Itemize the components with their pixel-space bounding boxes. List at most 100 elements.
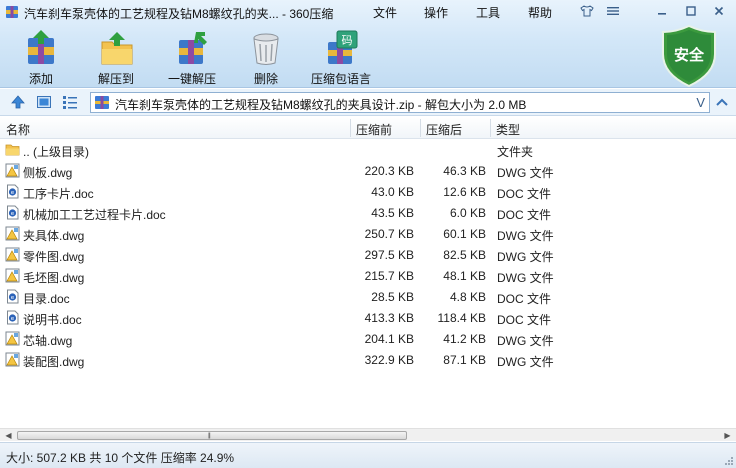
title-bar: 汽车刹车泵壳体的工艺规程及钻M8螺纹孔的夹... - 360压缩 文件 操作 工… [0, 0, 736, 24]
column-divider[interactable] [350, 119, 351, 137]
window-chrome: 汽车刹车泵壳体的工艺规程及钻M8螺纹孔的夹... - 360压缩 文件 操作 工… [0, 0, 736, 88]
file-size: 322.9 KB [364, 353, 414, 367]
folder-extract-icon [101, 32, 133, 65]
file-packed-size: 6.0 KB [449, 206, 486, 220]
file-packed-size: 46.3 KB [443, 164, 486, 178]
file-type: DWG 文件 [497, 166, 554, 180]
extract-to-label: 解压到 [97, 72, 134, 86]
table-row[interactable]: 毛坯图.dwg 215.7 KB 48.1 KB DWG 文件 [0, 265, 736, 286]
thumbnail-view-icon[interactable] [36, 94, 52, 110]
extract-to-button[interactable]: 解压到 [81, 30, 151, 86]
table-row[interactable]: e 目录.doc 28.5 KB 4.8 KB DOC 文件 [0, 286, 736, 307]
file-name: 工序卡片.doc [23, 187, 94, 201]
menu-operation[interactable]: 操作 [424, 4, 448, 21]
column-type[interactable]: 类型 [496, 121, 520, 138]
one-click-extract-icon [179, 32, 207, 64]
one-click-extract-button[interactable]: 一键解压 [157, 30, 227, 86]
table-row[interactable]: 零件图.dwg 297.5 KB 82.5 KB DWG 文件 [0, 244, 736, 265]
table-row[interactable]: 芯轴.dwg 204.1 KB 41.2 KB DWG 文件 [0, 328, 736, 349]
scrollbar-grip-icon: ||| [208, 433, 211, 439]
status-text: 大小: 507.2 KB 共 10 个文件 压缩率 24.9% [6, 451, 235, 465]
trash-icon [253, 33, 279, 65]
column-size[interactable]: 压缩前 [356, 121, 392, 138]
lang-icon-char: 码 [342, 34, 353, 47]
table-row[interactable]: .. (上级目录) 文件夹 [0, 139, 736, 160]
file-type: 文件夹 [497, 145, 534, 159]
file-name: 机械加工工艺过程卡片.doc [23, 208, 166, 222]
file-name: 夹具体.dwg [23, 229, 85, 243]
file-type: DWG 文件 [497, 334, 554, 348]
scroll-right-icon[interactable]: ▶ [721, 429, 734, 442]
file-type: DOC 文件 [497, 187, 552, 201]
file-packed-size: 82.5 KB [443, 248, 486, 262]
file-name: .. (上级目录) [23, 145, 89, 159]
file-packed-size: 87.1 KB [443, 353, 486, 367]
menu-icon[interactable] [602, 2, 624, 20]
file-packed-size: 48.1 KB [443, 269, 486, 283]
scroll-left-icon[interactable]: ◀ [2, 429, 15, 442]
resize-grip-icon[interactable] [722, 454, 734, 466]
file-name: 芯轴.dwg [23, 334, 73, 348]
file-name: 毛坯图.dwg [23, 271, 85, 285]
delete-label: 删除 [253, 72, 278, 86]
file-name: 说明书.doc [23, 313, 82, 327]
file-name: 侧板.dwg [23, 166, 73, 180]
table-row[interactable]: 侧板.dwg 220.3 KB 46.3 KB DWG 文件 [0, 160, 736, 181]
table-row[interactable]: e 机械加工工艺过程卡片.doc 43.5 KB 6.0 KB DOC 文件 [0, 202, 736, 223]
delete-button[interactable]: 删除 [231, 30, 301, 86]
file-size: 220.3 KB [364, 164, 414, 178]
file-size: 28.5 KB [371, 290, 414, 304]
maximize-button[interactable] [680, 2, 702, 20]
menu-help[interactable]: 帮助 [528, 4, 552, 21]
add-button[interactable]: 添加 [6, 30, 76, 86]
table-row[interactable]: 装配图.dwg 322.9 KB 87.1 KB DWG 文件 [0, 349, 736, 370]
doc-file-icon: e [5, 205, 20, 220]
up-arrow-icon[interactable] [10, 94, 26, 110]
dwg-file-icon [5, 247, 20, 262]
one-click-extract-label: 一键解压 [167, 72, 216, 86]
doc-file-icon: e [5, 184, 20, 199]
close-button[interactable] [708, 2, 730, 20]
column-packed[interactable]: 压缩后 [426, 121, 462, 138]
column-divider[interactable] [420, 119, 421, 137]
dwg-file-icon [5, 163, 20, 178]
file-type: DWG 文件 [497, 250, 554, 264]
security-shield[interactable]: 安全 [660, 24, 718, 88]
file-size: 43.5 KB [371, 206, 414, 220]
file-size: 215.7 KB [364, 269, 414, 283]
go-up-level-icon[interactable] [714, 95, 730, 111]
horizontal-scrollbar[interactable]: ◀ ||| ▶ [0, 428, 736, 441]
file-size: 43.0 KB [371, 185, 414, 199]
dwg-file-icon [5, 352, 20, 367]
column-name[interactable]: 名称 [6, 121, 30, 138]
menu-tools[interactable]: 工具 [476, 4, 500, 21]
address-path-field[interactable]: 汽车刹车泵壳体的工艺规程及钻M8螺纹孔的夹具设计.zip - 解包大小为 2.0… [90, 92, 710, 113]
column-divider[interactable] [490, 119, 491, 137]
minimize-button[interactable] [651, 2, 673, 20]
shield-icon: 安全 [662, 24, 716, 88]
list-view-icon[interactable] [62, 94, 78, 110]
archive-language-button[interactable]: 码 压缩包语言 [306, 30, 376, 86]
table-row[interactable]: 夹具体.dwg 250.7 KB 60.1 KB DWG 文件 [0, 223, 736, 244]
file-size: 297.5 KB [364, 248, 414, 262]
table-row[interactable]: e 工序卡片.doc 43.0 KB 12.6 KB DOC 文件 [0, 181, 736, 202]
file-type: DWG 文件 [497, 229, 554, 243]
add-label: 添加 [28, 72, 53, 86]
folder-icon [5, 142, 20, 157]
menu-file[interactable]: 文件 [373, 4, 397, 21]
table-row[interactable]: e 说明书.doc 413.3 KB 118.4 KB DOC 文件 [0, 307, 736, 328]
app-icon [6, 6, 18, 18]
address-dropdown-icon[interactable]: V [696, 95, 705, 110]
address-path-text: 汽车刹车泵壳体的工艺规程及钻M8螺纹孔的夹具设计.zip - 解包大小为 2.0… [115, 98, 527, 112]
doc-file-icon: e [5, 310, 20, 325]
file-size: 204.1 KB [364, 332, 414, 346]
file-type: DOC 文件 [497, 292, 552, 306]
scrollbar-thumb[interactable]: ||| [17, 431, 407, 440]
file-size: 250.7 KB [364, 227, 414, 241]
zip-file-icon [95, 96, 109, 109]
skin-icon[interactable] [576, 2, 598, 20]
file-name: 零件图.dwg [23, 250, 85, 264]
status-bar: 大小: 507.2 KB 共 10 个文件 压缩率 24.9% [0, 442, 736, 468]
file-size: 413.3 KB [364, 311, 414, 325]
security-label: 安全 [674, 46, 705, 64]
